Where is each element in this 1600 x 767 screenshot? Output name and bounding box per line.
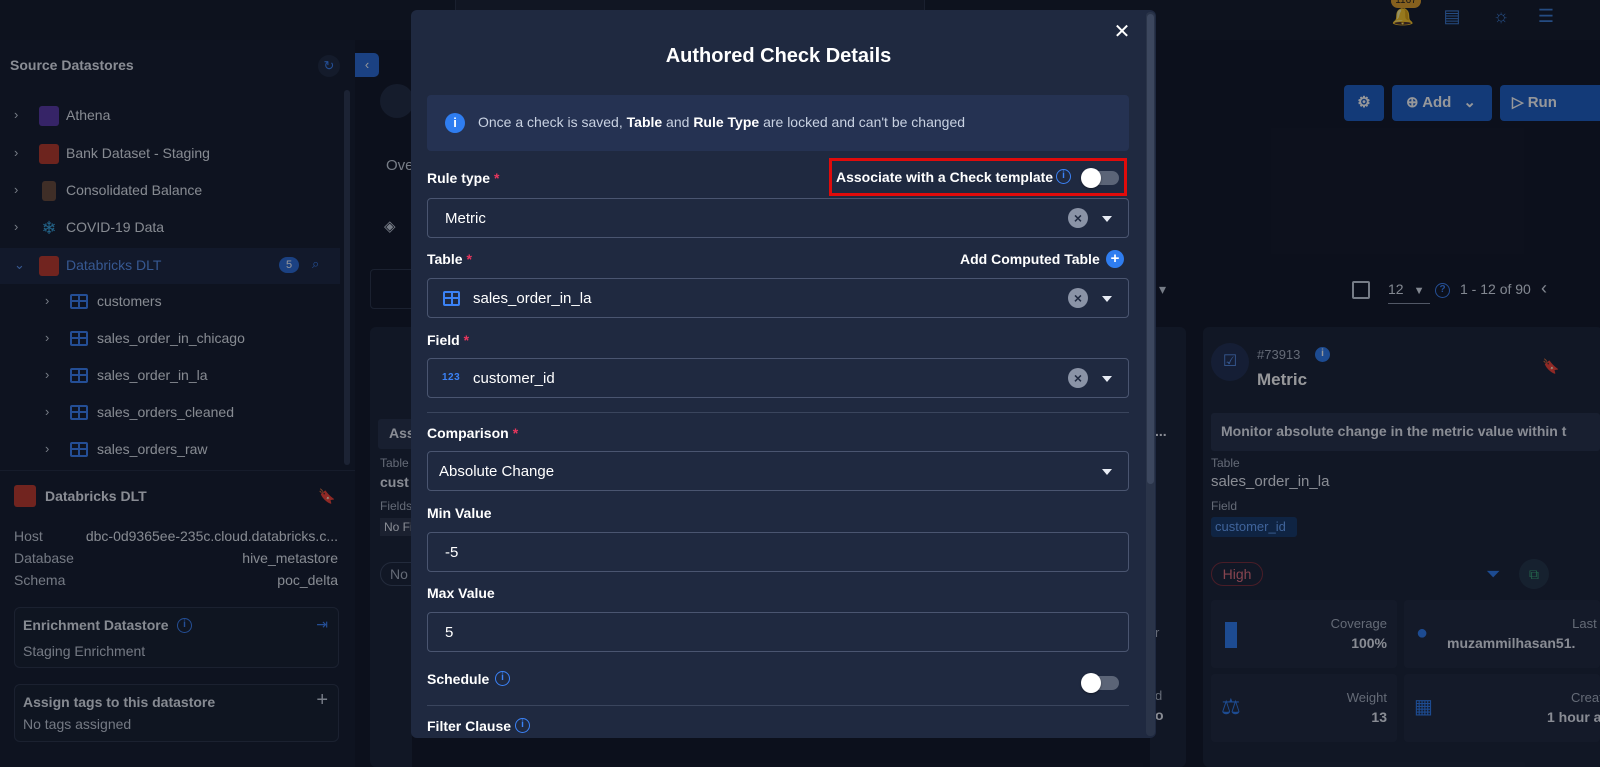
required-mark: * [512, 425, 519, 441]
rule-type-select[interactable]: Metric × [427, 198, 1129, 238]
modal-scrollbar[interactable] [1147, 14, 1154, 484]
filter-clause-label: Filter Clause [427, 718, 512, 734]
max-value: 5 [445, 624, 454, 641]
clear-icon[interactable]: × [1068, 288, 1088, 308]
numeric-type-icon: 123 [442, 372, 461, 383]
required-mark: * [466, 251, 472, 267]
comparison-select[interactable]: Absolute Change [427, 451, 1129, 491]
required-mark: * [463, 332, 470, 348]
divider [427, 412, 1129, 413]
associate-template-label: Associate with a Check template [836, 169, 1054, 185]
schedule-toggle[interactable] [1081, 673, 1119, 693]
info-text: Once a check is saved, Table and Rule Ty… [478, 114, 966, 130]
min-value: -5 [445, 544, 459, 561]
comparison-label: Comparison * [427, 425, 519, 441]
info-icon: i [515, 718, 530, 733]
field-label: Field * [427, 332, 470, 348]
rule-type-value: Metric [445, 210, 486, 227]
info-icon: i [495, 671, 510, 686]
comparison-value: Absolute Change [439, 463, 555, 480]
info-icon: i [445, 113, 465, 133]
clear-icon[interactable]: × [1068, 208, 1088, 228]
table-value: sales_order_in_la [473, 290, 592, 307]
required-mark: * [494, 170, 500, 186]
chevron-down-icon [1102, 216, 1112, 222]
clear-icon[interactable]: × [1068, 368, 1088, 388]
associate-template-toggle[interactable] [1081, 168, 1119, 188]
table-select[interactable]: sales_order_in_la × [427, 278, 1129, 318]
add-circle-icon[interactable]: + [1106, 250, 1124, 268]
chevron-down-icon [1102, 296, 1112, 302]
rule-type-label: Rule type * [427, 170, 500, 186]
min-value-input[interactable]: -5 [427, 532, 1129, 572]
chevron-down-icon [1102, 376, 1112, 382]
max-value-label: Max Value [427, 585, 495, 601]
table-label: Table * [427, 251, 472, 267]
info-icon: i [1056, 169, 1071, 184]
divider [427, 705, 1129, 706]
max-value-input[interactable]: 5 [427, 612, 1129, 652]
modal-title: Authored Check Details [665, 45, 892, 67]
chevron-down-icon [1102, 469, 1112, 475]
schedule-label: Schedule [427, 671, 490, 687]
field-select[interactable]: 123 customer_id × [427, 358, 1129, 398]
toggle-knob [1081, 673, 1101, 693]
toggle-knob [1081, 168, 1101, 188]
min-value-label: Min Value [427, 505, 492, 521]
table-icon [443, 291, 460, 306]
add-computed-table-link[interactable]: Add Computed Table [960, 251, 1100, 267]
close-icon[interactable]: ✕ [1112, 22, 1132, 42]
field-value: customer_id [473, 370, 555, 387]
